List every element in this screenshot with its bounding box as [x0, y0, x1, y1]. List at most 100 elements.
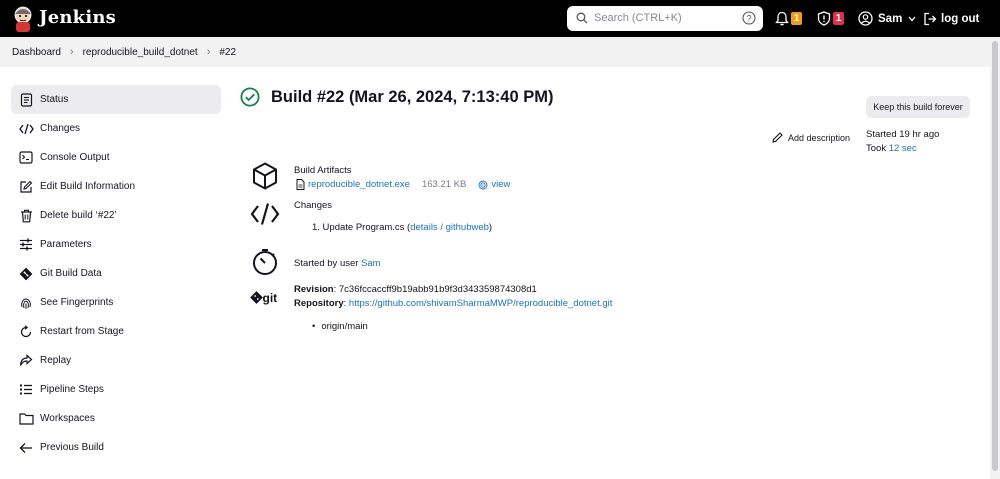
took-label: Took: [866, 143, 889, 154]
revision-hash: 7c36fccaccff9b19abb91b9f3d343359874308d1: [338, 284, 537, 295]
logout-label[interactable]: log out: [941, 13, 979, 25]
notifications-button[interactable]: 1: [775, 0, 802, 37]
sidebar-item-label: Git Build Data: [40, 268, 102, 279]
sliders-icon: [18, 237, 34, 253]
success-check-icon: [240, 87, 260, 107]
sidebar-item-label: Workspaces: [40, 413, 95, 424]
scrollbar-thumb[interactable]: [992, 41, 998, 471]
git-icon: [18, 266, 34, 282]
sidebar-item-label: Edit Build Information: [40, 181, 136, 192]
add-description-button[interactable]: Add description: [772, 132, 850, 143]
change-suffix: ): [488, 222, 493, 233]
sidebar-item-console-output[interactable]: Console Output: [11, 143, 221, 172]
sidebar: Status Changes Console Output Edit Build…: [11, 85, 221, 462]
pencil-icon: [772, 132, 783, 143]
chevron-down-icon[interactable]: [908, 16, 916, 22]
search-icon: [576, 12, 588, 24]
sidebar-item-label: Delete build ‘#22’: [40, 210, 117, 221]
sidebar-item-status[interactable]: Status: [11, 85, 221, 114]
revision-label: Revision: [294, 284, 334, 295]
sidebar-item-label: Restart from Stage: [40, 326, 124, 337]
sidebar-item-pipeline-steps[interactable]: Pipeline Steps: [11, 375, 221, 404]
bullet-icon: •: [312, 321, 316, 332]
replay-icon: [18, 353, 34, 369]
bell-icon: [775, 11, 789, 26]
duration-link[interactable]: 12 sec: [889, 143, 917, 154]
artifact-file-link[interactable]: reproducible_dotnet.exe: [308, 179, 410, 190]
changes-heading: Changes: [294, 200, 333, 211]
sidebar-item-label: Previous Build: [40, 442, 104, 453]
security-button[interactable]: 1: [817, 0, 844, 37]
search-input[interactable]: Search (CTRL+K): [594, 12, 682, 24]
repository-link[interactable]: https://github.com/shivamSharmaMWP/repro…: [349, 298, 613, 309]
scrollbar[interactable]: [990, 37, 1000, 479]
sidebar-item-label: Console Output: [40, 152, 110, 163]
list-icon: [18, 382, 34, 398]
timer-icon: [250, 247, 280, 277]
notifications-badge: 1: [791, 12, 802, 25]
change-summary: 1. Update Program.cs (: [312, 222, 411, 233]
started-by-user-link[interactable]: Sam: [361, 258, 381, 269]
sidebar-item-label: Status: [40, 94, 69, 105]
repository-label: Repository: [294, 298, 344, 309]
restart-icon: [18, 324, 34, 340]
breadcrumb: Dashboard › reproducible_build_dotnet › …: [0, 37, 1000, 67]
build-duration: Took 12 sec: [866, 142, 939, 156]
user-menu[interactable]: Sam: [858, 0, 916, 37]
artifact-row: reproducible_dotnet.exe 163.21 KB view: [296, 179, 510, 190]
terminal-icon: [18, 150, 34, 166]
chevron-right-icon: ›: [69, 46, 74, 58]
arrow-left-icon: [18, 440, 34, 456]
search-box[interactable]: Search (CTRL+K) ?: [567, 6, 763, 31]
sidebar-item-delete-build[interactable]: Delete build ‘#22’: [11, 201, 221, 230]
sidebar-item-restart-from-stage[interactable]: Restart from Stage: [11, 317, 221, 346]
sidebar-item-see-fingerprints[interactable]: See Fingerprints: [11, 288, 221, 317]
breadcrumb-job[interactable]: reproducible_build_dotnet: [83, 47, 198, 58]
change-details-link[interactable]: details: [410, 222, 437, 233]
git-repository: Repository: https://github.com/shivamSha…: [294, 298, 613, 309]
sidebar-item-workspaces[interactable]: Workspaces: [11, 404, 221, 433]
sidebar-item-git-build-data[interactable]: Git Build Data: [11, 259, 221, 288]
chevron-right-icon: ›: [206, 46, 211, 58]
build-title: Build #22 (Mar 26, 2024, 7:13:40 PM): [271, 87, 554, 106]
document-icon: [18, 92, 34, 108]
fingerprint-view-icon: [478, 180, 488, 189]
brand-name[interactable]: Jenkins: [39, 7, 116, 28]
breadcrumb-build[interactable]: #22: [219, 47, 236, 58]
user-icon: [858, 11, 873, 26]
user-name[interactable]: Sam: [878, 13, 902, 25]
folder-icon: [18, 411, 34, 427]
change-item: 1. Update Program.cs (details / githubwe…: [312, 222, 492, 233]
sidebar-item-changes[interactable]: Changes: [11, 114, 221, 143]
build-artifacts-link[interactable]: Build Artifacts: [294, 165, 352, 176]
githubweb-link[interactable]: githubweb: [446, 222, 489, 233]
git-logo-icon: git: [250, 283, 284, 313]
logout-button[interactable]: log out: [923, 0, 979, 37]
keep-build-forever-button[interactable]: Keep this build forever: [866, 96, 970, 118]
shield-icon: [817, 11, 831, 26]
code-icon: [18, 121, 34, 137]
package-icon: [250, 161, 280, 191]
add-description-label[interactable]: Add description: [788, 133, 850, 143]
top-header: Jenkins Search (CTRL+K) ? 1 1 Sam log ou…: [0, 0, 1000, 37]
artifact-view-link[interactable]: view: [491, 179, 510, 190]
edit-icon: [18, 179, 34, 195]
sidebar-item-parameters[interactable]: Parameters: [11, 230, 221, 259]
jenkins-logo-icon[interactable]: [12, 5, 34, 33]
sidebar-item-replay[interactable]: Replay: [11, 346, 221, 375]
build-timing: Started 19 hr ago Took 12 sec: [866, 128, 939, 156]
sidebar-item-label: Parameters: [40, 239, 92, 250]
started-ago: Started 19 hr ago: [866, 129, 940, 140]
file-icon: [296, 179, 305, 190]
trash-icon: [18, 208, 34, 224]
breadcrumb-dashboard[interactable]: Dashboard: [12, 47, 61, 58]
sidebar-item-label: Replay: [40, 355, 72, 366]
help-icon[interactable]: ?: [742, 11, 756, 25]
page-title: Build #22 (Mar 26, 2024, 7:13:40 PM): [240, 87, 553, 107]
sidebar-item-edit-build-information[interactable]: Edit Build Information: [11, 172, 221, 201]
branch-name: origin/main: [321, 321, 368, 332]
security-badge: 1: [833, 12, 844, 25]
sidebar-item-label: See Fingerprints: [40, 297, 114, 308]
sidebar-item-previous-build[interactable]: Previous Build: [11, 433, 221, 462]
sidebar-item-label: Pipeline Steps: [40, 384, 104, 395]
